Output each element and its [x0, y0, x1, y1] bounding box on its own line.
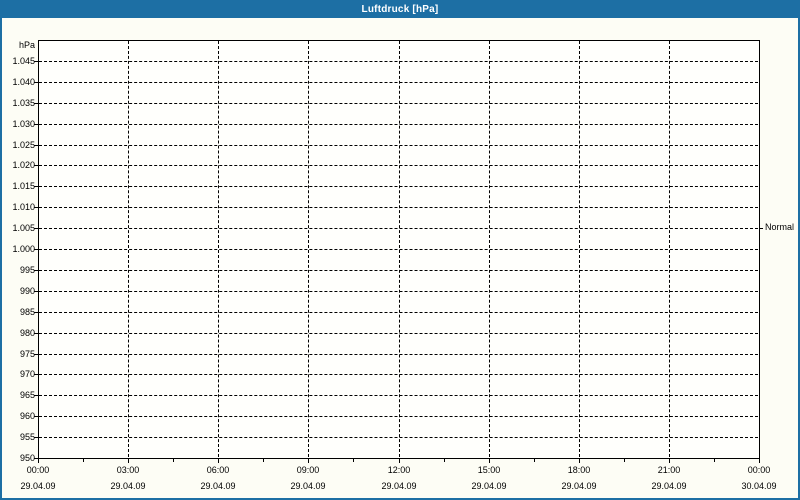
y-tick-label: 965	[0, 390, 35, 400]
x-axis-major-tick	[38, 458, 39, 463]
x-gridline	[489, 41, 490, 457]
x-gridline	[218, 41, 219, 457]
x-axis-minor-tick	[714, 458, 715, 462]
y-tick-label: 995	[0, 265, 35, 275]
x-tick-date-label: 29.04.09	[93, 481, 163, 492]
x-gridline	[308, 41, 309, 457]
y-tick-label: 1.030	[0, 119, 35, 129]
weather-chart-window: Luftdruck [hPa] hPa1.0451.0401.0351.0301…	[0, 0, 800, 500]
x-tick-time-label: 09:00	[278, 465, 338, 476]
pressure-chart: hPa 1.045 1.040 1.035 1.030 1.025 1.020 1.015 1.…	[0, 0, 800, 500]
x-axis-major-tick	[579, 458, 580, 463]
x-tick-date-label: 29.04.09	[273, 481, 343, 492]
x-axis-minor-tick	[83, 458, 84, 462]
x-tick-date-label: 30.04.09	[724, 481, 794, 492]
y-tick-label: 990	[0, 286, 35, 296]
x-gridline	[399, 41, 400, 457]
x-tick-date-label: 29.04.09	[454, 481, 524, 492]
x-gridline	[579, 41, 580, 457]
y-tick-label: 1.000	[0, 244, 35, 254]
x-tick-time-label: 15:00	[459, 465, 519, 476]
x-tick-date-label: 29.04.09	[3, 481, 73, 492]
x-axis-minor-tick	[353, 458, 354, 462]
x-axis-major-tick	[399, 458, 400, 463]
x-axis-minor-tick	[624, 458, 625, 462]
x-axis-minor-tick	[263, 458, 264, 462]
x-tick-time-label: 12:00	[369, 465, 429, 476]
x-tick-date-label: 29.04.09	[544, 481, 614, 492]
y-tick-label: 960	[0, 411, 35, 421]
x-tick-time-label: 21:00	[639, 465, 699, 476]
y-tick-label: 1.035	[0, 98, 35, 108]
x-axis-major-tick	[489, 458, 490, 463]
y-tick-label: 1.045	[0, 56, 35, 66]
x-axis-major-tick	[218, 458, 219, 463]
y-tick-label: 970	[0, 369, 35, 379]
x-tick-time-label: 00:00	[8, 465, 68, 476]
y-tick-label: 1.015	[0, 181, 35, 191]
x-gridline	[669, 41, 670, 457]
x-axis-major-tick	[128, 458, 129, 463]
y-tick-label: 950	[0, 453, 35, 463]
x-axis-major-tick	[759, 458, 760, 463]
x-tick-time-label: 00:00	[729, 465, 789, 476]
y-tick-label: 1.025	[0, 140, 35, 150]
y-tick-label: 980	[0, 328, 35, 338]
y-tick-label: 975	[0, 349, 35, 359]
x-axis-minor-tick	[173, 458, 174, 462]
x-axis-major-tick	[669, 458, 670, 463]
y-axis-unit-label: hPa	[0, 40, 35, 51]
y-tick-label: 1.040	[0, 77, 35, 87]
y-tick-label: 1.005	[0, 223, 35, 233]
x-tick-time-label: 03:00	[98, 465, 158, 476]
x-tick-time-label: 18:00	[549, 465, 609, 476]
x-tick-time-label: 06:00	[188, 465, 248, 476]
x-axis-minor-tick	[444, 458, 445, 462]
y-tick-label: 985	[0, 307, 35, 317]
x-axis-major-tick	[308, 458, 309, 463]
x-gridline	[128, 41, 129, 457]
x-axis-minor-tick	[534, 458, 535, 462]
x-tick-date-label: 29.04.09	[364, 481, 434, 492]
x-tick-date-label: 29.04.09	[183, 481, 253, 492]
normal-marker-label: Normal	[765, 222, 794, 233]
y-tick-label: 1.010	[0, 202, 35, 212]
y-tick-label: 1.020	[0, 160, 35, 170]
normal-marker-tick	[759, 228, 763, 229]
x-tick-date-label: 29.04.09	[634, 481, 704, 492]
y-tick-label: 955	[0, 432, 35, 442]
